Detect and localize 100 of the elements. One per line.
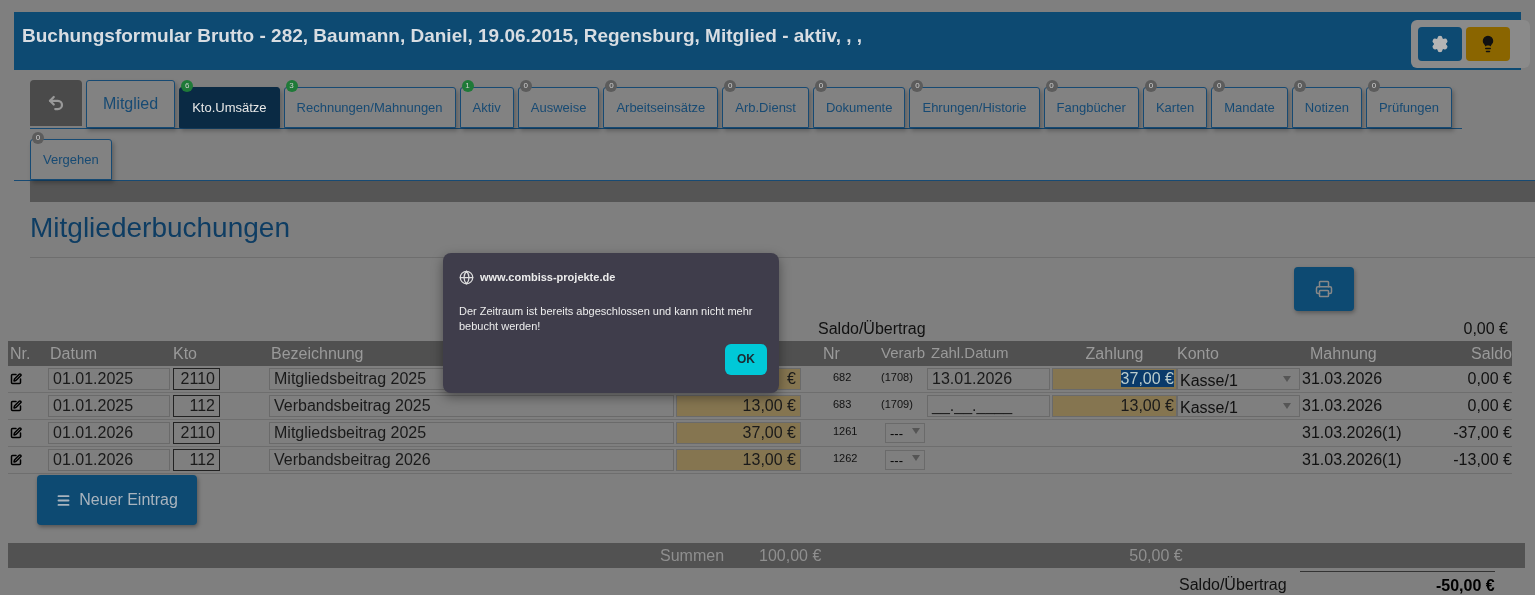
count-badge: 0 <box>1293 80 1306 92</box>
date-field[interactable]: 01.01.2026 <box>48 449 170 471</box>
balance-value: -37,00 € <box>1452 423 1512 443</box>
caret-icon <box>1283 403 1291 409</box>
booking-number: 1261 <box>832 424 859 439</box>
tab[interactable]: Mandate <box>1211 87 1288 128</box>
count-badge: 0 <box>519 80 532 92</box>
tab[interactable]: Arb.Dienst <box>722 87 809 128</box>
count-badge: 0 <box>1367 80 1380 92</box>
booking-number: 1262 <box>832 451 859 466</box>
tab[interactable]: Ausweise <box>517 87 600 128</box>
saldo-label: Saldo/Übertrag <box>1179 575 1287 595</box>
date-field[interactable]: 01.01.2025 <box>48 368 170 390</box>
edit-icon[interactable] <box>10 373 22 385</box>
description-field[interactable]: Mitgliedsbeitrag 2025 <box>269 422 674 444</box>
account-field[interactable]: 2110 <box>173 422 220 444</box>
lightbulb-button[interactable] <box>1466 27 1510 61</box>
tab[interactable]: Notizen <box>1291 87 1362 128</box>
column-header: Kto <box>173 343 198 364</box>
dialog-origin: www.combiss-projekte.de <box>480 270 616 285</box>
edit-icon[interactable] <box>10 454 22 466</box>
new-entry-button[interactable]: Neuer Eintrag <box>37 475 197 525</box>
processing-select[interactable]: --- <box>885 450 925 470</box>
printer-icon <box>1315 280 1333 298</box>
back-button[interactable] <box>30 80 82 126</box>
sums-label: Summen <box>660 545 725 566</box>
payment-date-field[interactable]: __.__.____ <box>927 395 1050 417</box>
column-header: Konto <box>1177 343 1220 364</box>
amount-field[interactable]: 13,00 € <box>676 395 801 417</box>
reminder-date: 31.03.2026 <box>1302 369 1384 389</box>
tab[interactable]: Karten <box>1142 87 1208 128</box>
reminder-date: 31.03.2026(1) <box>1302 423 1403 443</box>
processing-number: (1709) <box>881 397 914 412</box>
tab[interactable]: Fangbücher <box>1043 87 1139 128</box>
tab[interactable]: Aktiv <box>459 87 514 128</box>
edit-icon[interactable] <box>10 400 22 412</box>
tab[interactable]: Kto.Umsätze <box>179 87 280 128</box>
processing-select[interactable]: --- <box>885 423 925 443</box>
balance-value: 0,00 € <box>1466 396 1512 416</box>
caret-icon <box>912 455 920 461</box>
saldo-label: Saldo/Übertrag <box>818 319 926 339</box>
tab[interactable]: Arbeitseinsätze <box>603 87 719 128</box>
column-header: Bezeichnung <box>270 343 365 364</box>
window-title: Buchungsformular Brutto - 282, Baumann, Daniel, 19.06.2015, Regensburg, Mitglied - aktiv, , , <box>22 24 863 48</box>
dialog-message: Der Zeitraum ist bereits abgeschlossen und kann nicht mehr bebucht werden! <box>459 303 754 334</box>
account-field[interactable]: 112 <box>173 449 220 471</box>
sums-payment: 50,00 € <box>1129 545 1183 566</box>
edit-icon[interactable] <box>10 427 22 439</box>
ok-button[interactable]: OK <box>725 343 767 375</box>
settings-icon <box>1431 35 1449 53</box>
count-badge: 0 <box>1144 80 1157 92</box>
saldo-value: 0,00 € <box>1463 319 1508 339</box>
amount-field[interactable]: 37,00 € <box>676 422 801 444</box>
tab[interactable]: Mitglied <box>86 80 176 128</box>
settings-button[interactable] <box>1418 27 1462 61</box>
tab[interactable]: Ehrungen/Historie <box>909 87 1040 128</box>
caret-icon <box>912 428 920 434</box>
count-badge: 6 <box>181 80 194 92</box>
account-field[interactable]: 112 <box>173 395 220 417</box>
amount-field[interactable]: 13,00 € <box>676 449 801 471</box>
print-button[interactable] <box>1294 267 1354 311</box>
column-header: Datum <box>49 343 99 364</box>
count-badge: 0 <box>724 80 737 92</box>
column-header: Nr. <box>9 343 32 364</box>
date-field[interactable]: 01.01.2025 <box>48 395 170 417</box>
account-select[interactable]: Kasse/1 <box>1177 395 1300 417</box>
globe-icon <box>459 269 474 285</box>
column-header: Saldo <box>1470 343 1512 364</box>
tab[interactable]: Vergehen <box>30 139 112 180</box>
date-field[interactable]: 01.01.2026 <box>48 422 170 444</box>
count-badge: 0 <box>605 80 618 92</box>
reminder-date: 31.03.2026(1) <box>1302 450 1403 470</box>
tab[interactable]: Prüfungen <box>1365 87 1452 128</box>
column-header: Zahlung <box>1084 343 1145 364</box>
count-badge: 1 <box>461 80 474 92</box>
description-field[interactable]: Verbandsbeitrag 2026 <box>269 449 674 471</box>
payment-field[interactable]: 37,00 € <box>1052 368 1177 390</box>
column-header: Zahl.Datum <box>930 343 1010 364</box>
column-header: Verarb <box>881 343 927 364</box>
caret-icon <box>1283 376 1291 382</box>
account-select[interactable]: Kasse/1 <box>1177 368 1300 390</box>
account-field[interactable]: 2110 <box>173 368 220 390</box>
balance-value: 0,00 € <box>1466 369 1512 389</box>
balance-value: -13,00 € <box>1452 450 1512 470</box>
undo-icon <box>47 94 65 112</box>
sums-amount: 100,00 € <box>759 545 822 566</box>
description-field[interactable]: Verbandsbeitrag 2025 <box>269 395 674 417</box>
reminder-date: 31.03.2026 <box>1302 396 1384 416</box>
menu-icon <box>56 492 72 508</box>
tab[interactable]: Rechnungen/Mahnungen <box>283 87 456 128</box>
section-title: Mitgliederbuchungen <box>30 211 291 245</box>
count-badge: 0 <box>1045 80 1058 92</box>
payment-date-field[interactable]: 13.01.2026 <box>927 368 1050 390</box>
tab[interactable]: Dokumente <box>813 87 906 128</box>
count-badge: 3 <box>285 80 298 92</box>
payment-field[interactable]: 13,00 € <box>1052 395 1177 417</box>
column-header: Mahnung <box>1309 343 1378 364</box>
count-badge: 0 <box>911 80 924 92</box>
saldo-value: -50,00 € <box>1435 577 1495 594</box>
count-badge: 0 <box>32 132 44 144</box>
